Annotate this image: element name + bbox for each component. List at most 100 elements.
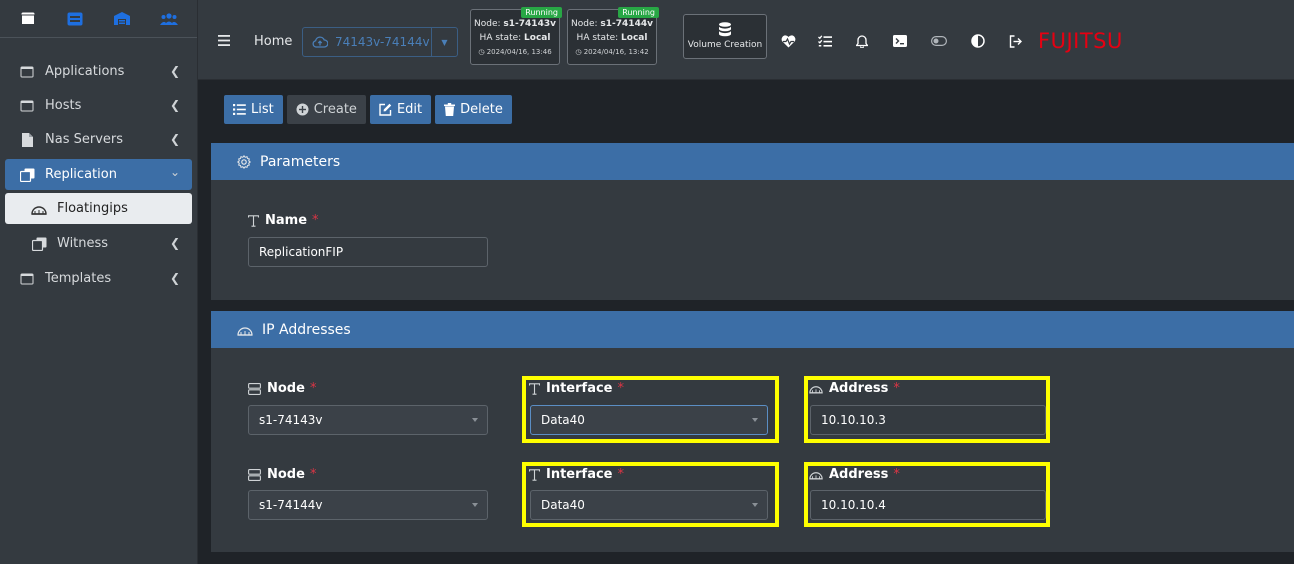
volume-creation-button[interactable]: Volume Creation <box>683 14 767 59</box>
clock-icon: ◷ <box>575 48 584 56</box>
home-link[interactable]: Home <box>254 34 292 49</box>
sidebar: Applications ❮ Hosts ❮ Nas Servers ❮ Rep… <box>0 0 198 564</box>
sidebar-item-witness[interactable]: Witness ❮ <box>5 228 192 259</box>
sidebar-item-floatingips[interactable]: Floatingips <box>5 193 192 224</box>
topbar: Home 74143v-74144v ▼ Running Node: s1-74… <box>198 0 1294 80</box>
chevron-left-icon: ❮ <box>169 271 180 285</box>
node-prefix: Node: <box>474 19 504 29</box>
chevron-down-icon: ⌄ <box>169 165 180 179</box>
window-icon <box>19 272 35 286</box>
edit-button[interactable]: Edit <box>369 95 432 124</box>
cluster-selector[interactable]: 74143v-74144v ▼ <box>302 27 458 57</box>
trash-icon <box>444 103 456 116</box>
required-marker: * <box>312 213 319 228</box>
sidebar-item-label: Floatingips <box>57 201 128 216</box>
node-prefix: Node: <box>571 19 601 29</box>
logout-icon[interactable] <box>1008 33 1024 49</box>
list-button[interactable]: List <box>224 95 283 124</box>
file-icon <box>19 132 35 147</box>
name-label: Name * <box>248 213 319 228</box>
parameters-header: Parameters <box>211 143 1294 180</box>
node-status-card: Running Node: s1-74143v HA state: Local … <box>470 7 562 65</box>
sidebar-top-icons <box>0 0 197 38</box>
node-select[interactable]: s1-74144v <box>248 490 488 520</box>
database-icon <box>684 22 766 40</box>
name-label-text: Name <box>265 213 308 228</box>
highlight-box <box>522 462 779 527</box>
node-select-value: s1-74144v <box>259 498 323 512</box>
ip-addresses-header: IP Addresses <box>211 311 1294 348</box>
sidebar-item-label: Templates <box>45 271 112 286</box>
gear-icon <box>237 154 251 169</box>
chevron-left-icon: ❮ <box>169 98 180 112</box>
task-list-icon[interactable] <box>817 33 833 49</box>
delete-button[interactable]: Delete <box>435 95 512 124</box>
ha-prefix: HA state: <box>576 33 622 43</box>
sidebar-item-label: Nas Servers <box>45 132 123 147</box>
warehouse-icon[interactable] <box>111 10 133 28</box>
text-icon <box>248 214 259 227</box>
plus-circle-icon <box>296 103 309 116</box>
parameters-panel: Parameters Name * ReplicationFIP <box>211 143 1294 300</box>
parameters-title: Parameters <box>260 153 341 170</box>
action-toolbar: List Create Edit Delete <box>224 95 512 124</box>
heartbeat-icon[interactable] <box>780 33 796 49</box>
server-icon <box>248 468 261 481</box>
node-timestamp: 2024/04/16, 13:46 <box>486 48 552 56</box>
name-input[interactable]: ReplicationFIP <box>248 237 488 267</box>
window-icon[interactable] <box>17 10 39 28</box>
sidebar-item-replication[interactable]: Replication ⌄ <box>5 159 192 190</box>
ha-state: Local <box>524 33 551 43</box>
network-icon <box>237 326 253 336</box>
list-icon <box>233 104 246 115</box>
list-button-label: List <box>251 102 274 117</box>
sidebar-item-label: Applications <box>45 64 125 79</box>
contrast-icon[interactable] <box>970 33 986 49</box>
caret-down-icon <box>472 418 478 422</box>
ip-addresses-title: IP Addresses <box>262 321 351 338</box>
volume-creation-label: Volume Creation <box>687 40 763 50</box>
network-icon <box>31 202 47 216</box>
sidebar-item-label: Witness <box>57 236 109 251</box>
highlight-box <box>804 376 1050 443</box>
sidebar-item-label: Replication <box>45 167 117 182</box>
node-label: Node * <box>248 381 316 396</box>
users-icon[interactable] <box>158 10 180 28</box>
sidebar-item-nas-servers[interactable]: Nas Servers ❮ <box>5 124 192 155</box>
caret-down-icon <box>472 503 478 507</box>
create-button-label: Create <box>313 102 357 117</box>
status-badge: Running <box>618 7 659 18</box>
clock-icon: ◷ <box>478 48 487 56</box>
edit-button-label: Edit <box>396 102 423 117</box>
node-name: s1-74143v <box>503 19 556 29</box>
fujitsu-logo: FUJITSU <box>1038 29 1123 53</box>
highlight-box <box>522 376 779 443</box>
chevron-left-icon: ❮ <box>169 132 180 146</box>
chevron-left-icon: ❮ <box>169 64 180 78</box>
delete-button-label: Delete <box>460 102 503 117</box>
node-name: s1-74144v <box>600 19 653 29</box>
required-marker: * <box>309 467 317 482</box>
window-icon <box>19 65 35 79</box>
sidebar-item-hosts[interactable]: Hosts ❮ <box>5 90 192 121</box>
cloud-upload-icon <box>312 36 329 52</box>
ha-prefix: HA state: <box>479 33 525 43</box>
sidebar-item-applications[interactable]: Applications ❮ <box>5 56 192 87</box>
node-status-card: Running Node: s1-74144v HA state: Local … <box>567 7 659 65</box>
edit-icon <box>379 103 392 116</box>
sidebar-item-label: Hosts <box>45 98 82 113</box>
ha-state: Local <box>621 33 648 43</box>
node-select[interactable]: s1-74143v <box>248 405 488 435</box>
menu-toggle-icon[interactable] <box>218 35 230 50</box>
node-label-text: Node <box>267 381 305 396</box>
terminal-icon[interactable] <box>892 33 908 49</box>
highlight-box <box>804 462 1050 527</box>
name-input-value: ReplicationFIP <box>259 245 344 259</box>
sidebar-item-templates[interactable]: Templates ❮ <box>5 263 192 294</box>
toggle-icon[interactable] <box>931 33 947 49</box>
server-icon[interactable] <box>64 10 86 28</box>
caret-down-icon[interactable]: ▼ <box>431 28 457 56</box>
create-button[interactable]: Create <box>286 95 366 124</box>
bell-icon[interactable] <box>854 33 870 49</box>
status-badge: Running <box>521 7 562 18</box>
